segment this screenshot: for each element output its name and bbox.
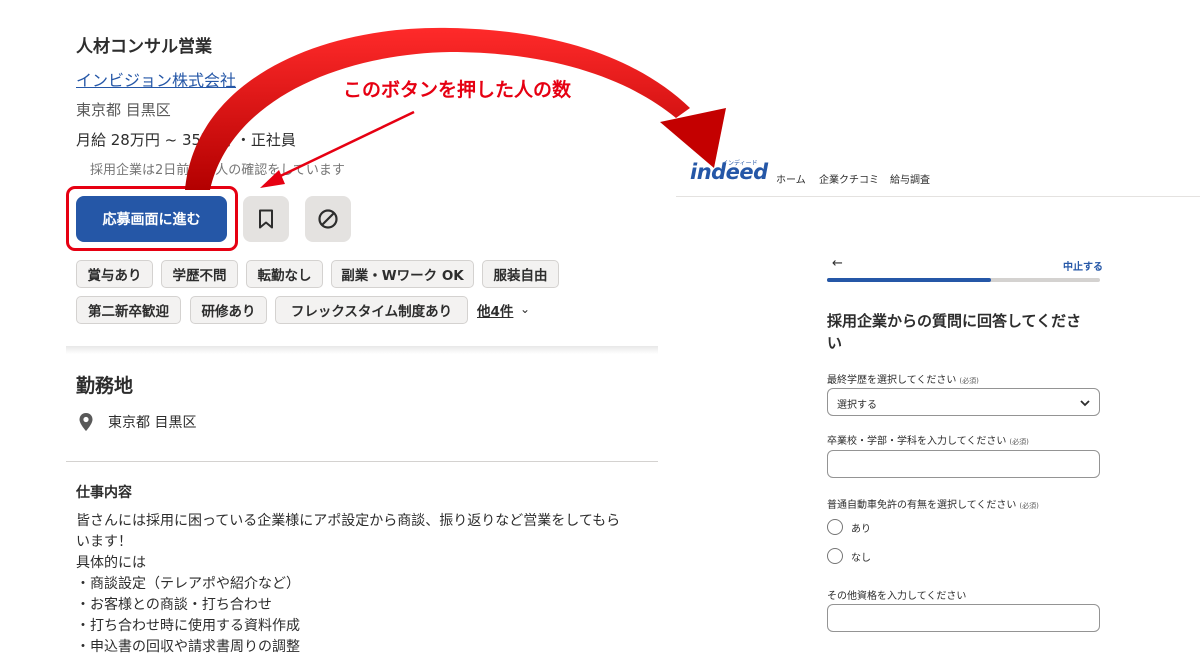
progress-fill	[827, 278, 991, 282]
big-curved-arrow	[185, 27, 690, 190]
q1-label-text: 最終学歴を選択してください	[827, 375, 957, 386]
q3-label: 普通自動車免許の有無を選択してください (必須)	[827, 496, 1039, 511]
indeed-logo-sub: インディード	[722, 160, 758, 167]
pointer-arrow-head	[260, 170, 285, 188]
q4-label: その他資格を入力してください	[827, 591, 967, 602]
q3-label-text: 普通自動車免許の有無を選択してください	[827, 500, 1017, 511]
quit-link[interactable]: 中止する	[1063, 258, 1103, 273]
back-arrow-icon[interactable]: ←	[832, 256, 843, 271]
license-yes-label[interactable]: あり	[851, 520, 871, 535]
q2-label-text: 卒業校・学部・学科を入力してください	[827, 436, 1007, 447]
chevron-down-icon	[1079, 394, 1091, 413]
q2-label: 卒業校・学部・学科を入力してください (必須)	[827, 432, 1029, 447]
required-mark: (必須)	[959, 377, 979, 385]
annotation-arrows	[185, 27, 726, 190]
form-title-cont: い	[827, 334, 843, 352]
header-divider	[676, 196, 1200, 197]
pointer-arrow	[271, 110, 415, 182]
q1-label: 最終学歴を選択してください (必須)	[827, 371, 979, 386]
license-no-radio[interactable]	[827, 548, 843, 564]
annotation-label: このボタンを押した人の数	[343, 79, 572, 101]
education-select-value: 選択する	[837, 400, 877, 411]
other-qualifications-input[interactable]	[827, 604, 1100, 632]
required-mark: (必須)	[1009, 438, 1029, 446]
license-yes-radio[interactable]	[827, 519, 843, 535]
school-input[interactable]	[827, 450, 1100, 478]
form-title: 採用企業からの質問に回答してくださ	[827, 312, 1082, 330]
arrow-head	[660, 108, 726, 168]
required-mark: (必須)	[1019, 502, 1039, 510]
license-no-label[interactable]: なし	[851, 549, 871, 564]
nav-home[interactable]: ホーム	[776, 171, 806, 186]
nav-salary[interactable]: 給与調査	[890, 171, 930, 186]
nav-company-reviews[interactable]: 企業クチコミ	[819, 171, 879, 186]
